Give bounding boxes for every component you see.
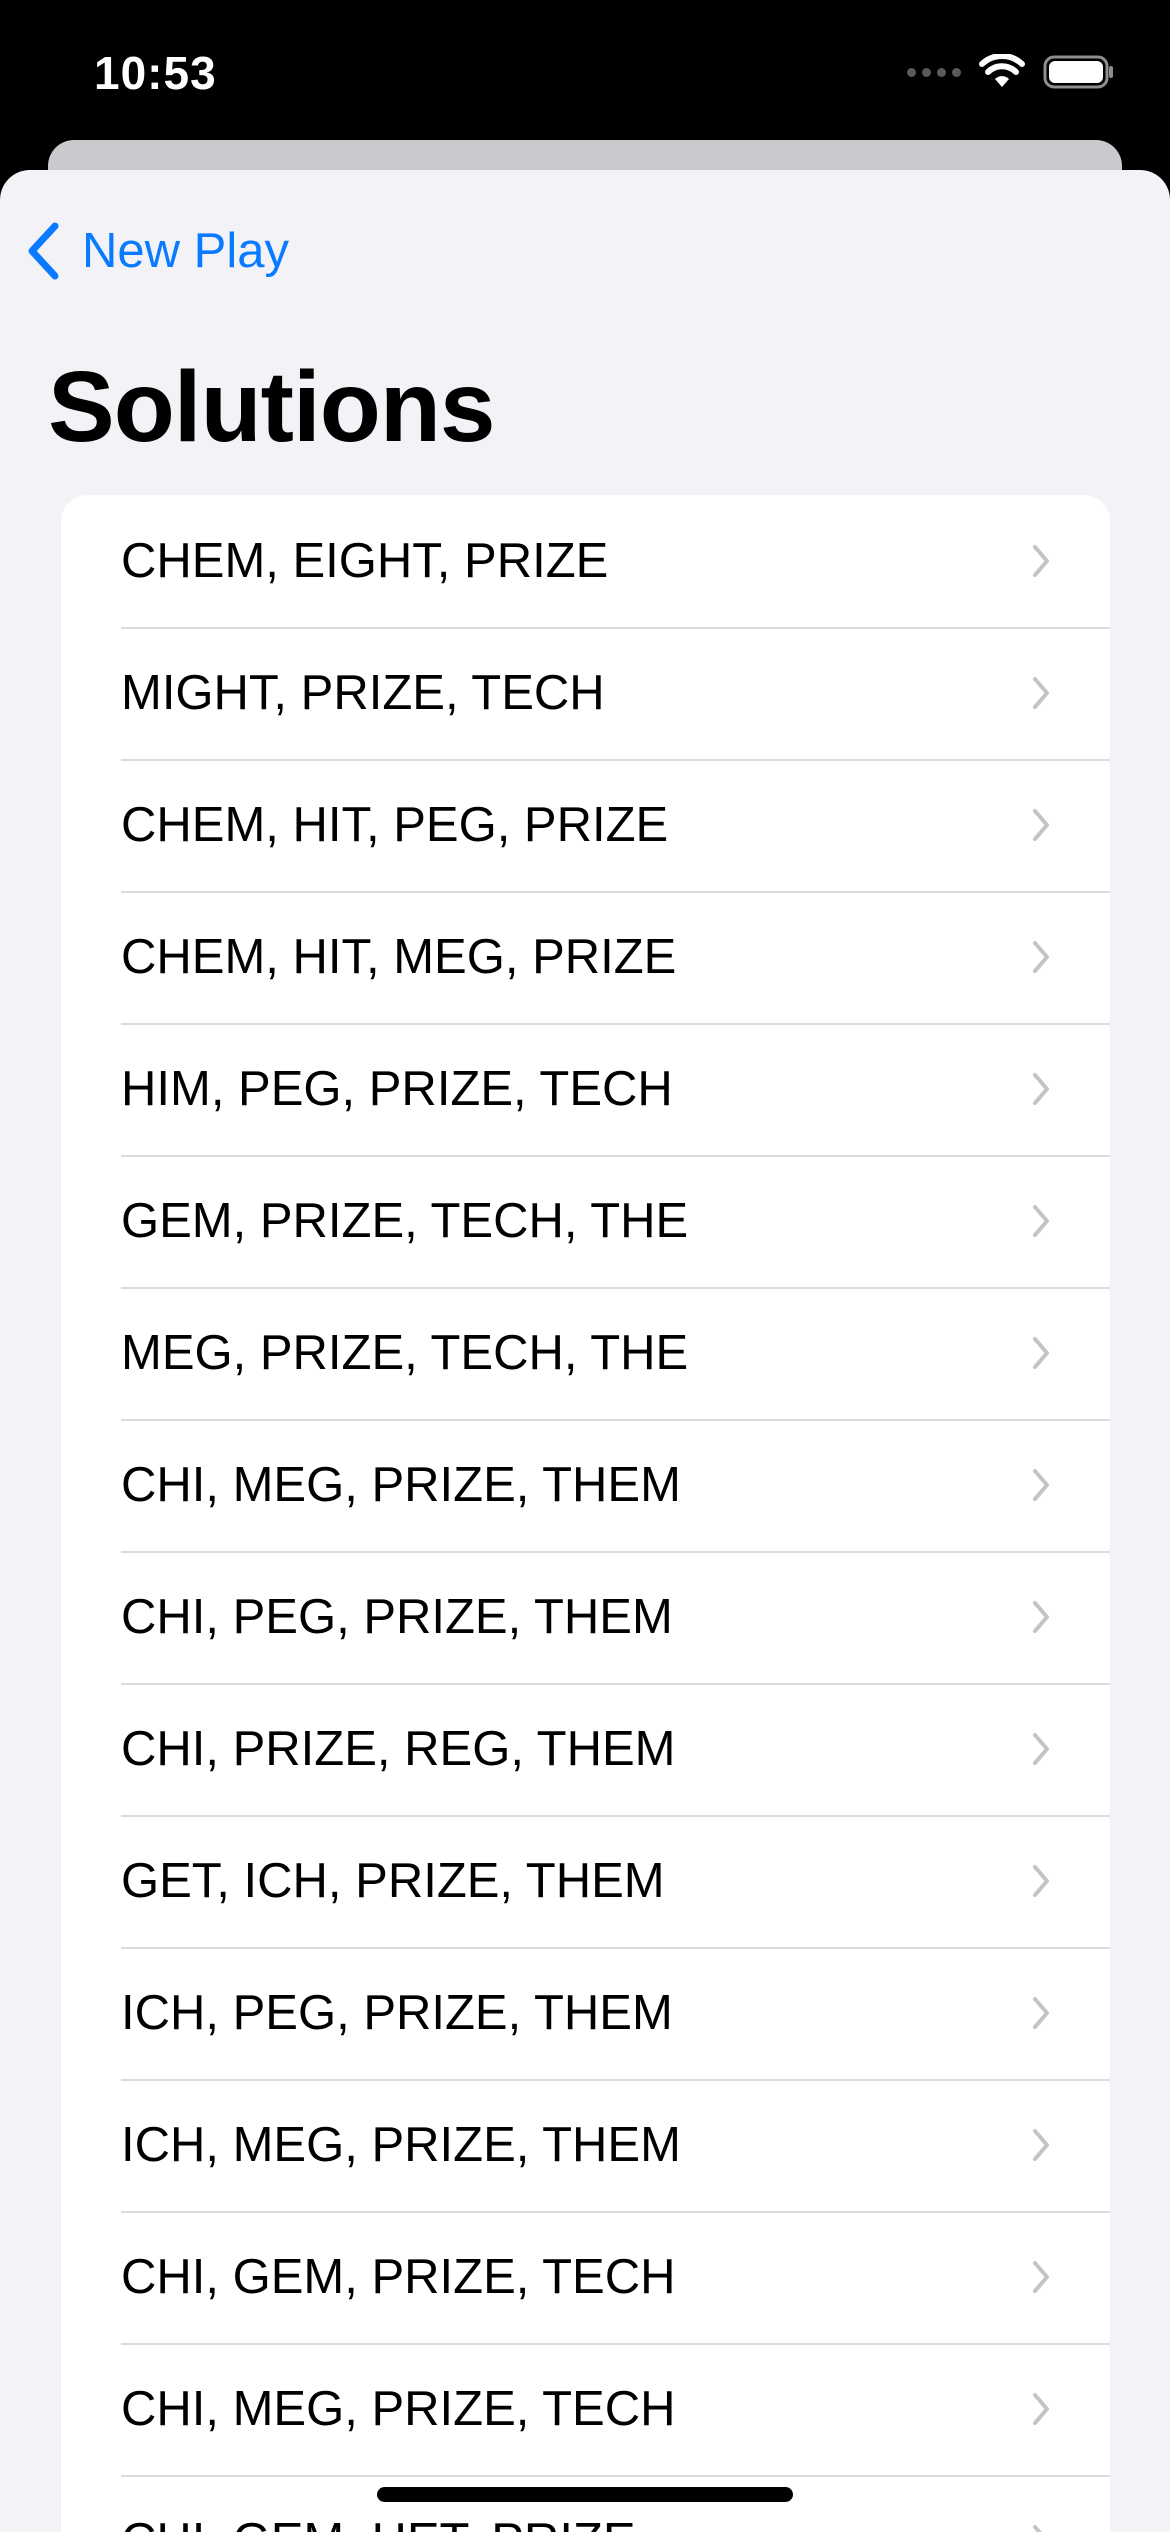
chevron-right-icon: [1033, 1337, 1049, 1369]
solution-row[interactable]: CHI, GEM, PRIZE, TECH: [61, 2211, 1110, 2343]
status-time: 10:53: [94, 47, 217, 99]
solution-label: CHI, GEM, HET, PRIZE: [121, 2513, 636, 2532]
chevron-right-icon: [1033, 2393, 1049, 2425]
status-icons: [907, 54, 1115, 90]
solution-row[interactable]: MIGHT, PRIZE, TECH: [61, 627, 1110, 759]
solution-row[interactable]: ICH, PEG, PRIZE, THEM: [61, 1947, 1110, 2079]
solution-label: HIM, PEG, PRIZE, TECH: [121, 1062, 673, 1116]
solution-row[interactable]: MEG, PRIZE, TECH, THE: [61, 1287, 1110, 1419]
chevron-right-icon: [1033, 545, 1049, 577]
solution-label: CHEM, HIT, MEG, PRIZE: [121, 930, 677, 984]
solutions-list: CHEM, EIGHT, PRIZE MIGHT, PRIZE, TECH CHEM…: [61, 495, 1110, 2532]
solution-row[interactable]: GET, ICH, PRIZE, THEM: [61, 1815, 1110, 1947]
chevron-right-icon: [1033, 2525, 1042, 2532]
solution-row[interactable]: CHI, MEG, PRIZE, THEM: [61, 1419, 1110, 1551]
solution-label: GEM, PRIZE, TECH, THE: [121, 1194, 689, 1248]
chevron-right-icon: [1033, 1733, 1049, 1765]
solution-row[interactable]: CHEM, EIGHT, PRIZE: [61, 495, 1110, 627]
solutions-sheet: New Play Solutions CHEM, EIGHT, PRIZE MIG…: [0, 170, 1170, 2532]
cellular-signal-icon: [907, 67, 961, 77]
solution-label: CHI, GEM, PRIZE, TECH: [121, 2250, 676, 2304]
chevron-right-icon: [1033, 1601, 1049, 1633]
solution-row[interactable]: GEM, PRIZE, TECH, THE: [61, 1155, 1110, 1287]
chevron-right-icon: [1033, 1865, 1049, 1897]
solution-row[interactable]: CHEM, HIT, PEG, PRIZE: [61, 759, 1110, 891]
solution-row[interactable]: ICH, MEG, PRIZE, THEM: [61, 2079, 1110, 2211]
chevron-right-icon: [1033, 2129, 1049, 2161]
battery-icon: [1043, 55, 1113, 89]
chevron-right-icon: [1033, 941, 1049, 973]
chevron-right-icon: [1033, 1469, 1049, 1501]
solution-label: CHI, MEG, PRIZE, TECH: [121, 2382, 676, 2436]
solution-label: CHI, MEG, PRIZE, THEM: [121, 1458, 681, 1512]
solution-row[interactable]: CHI, PRIZE, REG, THEM: [61, 1683, 1110, 1815]
wifi-icon: [979, 54, 1025, 87]
chevron-right-icon: [1033, 809, 1049, 841]
solution-label: CHI, PRIZE, REG, THEM: [121, 1722, 676, 1776]
solution-label: MEG, PRIZE, TECH, THE: [121, 1326, 689, 1380]
solution-label: CHI, PEG, PRIZE, THEM: [121, 1590, 673, 1644]
solution-label: CHEM, HIT, PEG, PRIZE: [121, 798, 669, 852]
back-button[interactable]: New Play: [26, 222, 289, 280]
solution-label: GET, ICH, PRIZE, THEM: [121, 1854, 665, 1908]
back-button-label: New Play: [82, 224, 289, 278]
chevron-right-icon: [1033, 2261, 1049, 2293]
solution-row[interactable]: CHI, PEG, PRIZE, THEM: [61, 1551, 1110, 1683]
chevron-right-icon: [1033, 1997, 1049, 2029]
solution-label: ICH, MEG, PRIZE, THEM: [121, 2118, 681, 2172]
page-title: Solutions: [48, 351, 496, 463]
solution-row[interactable]: CHEM, HIT, MEG, PRIZE: [61, 891, 1110, 1023]
solution-label: MIGHT, PRIZE, TECH: [121, 666, 605, 720]
solution-row[interactable]: CHI, GEM, HET, PRIZE: [61, 2475, 1110, 2532]
solution-label: ICH, PEG, PRIZE, THEM: [121, 1986, 673, 2040]
chevron-left-icon: [28, 222, 59, 280]
solution-row[interactable]: HIM, PEG, PRIZE, TECH: [61, 1023, 1110, 1155]
chevron-right-icon: [1033, 1205, 1049, 1237]
status-bar: 10:53: [0, 0, 1170, 150]
solution-row[interactable]: CHI, MEG, PRIZE, TECH: [61, 2343, 1110, 2475]
home-indicator[interactable]: [377, 2487, 793, 2502]
chevron-right-icon: [1033, 677, 1049, 709]
solution-label: CHEM, EIGHT, PRIZE: [121, 534, 609, 588]
chevron-right-icon: [1033, 1073, 1049, 1105]
